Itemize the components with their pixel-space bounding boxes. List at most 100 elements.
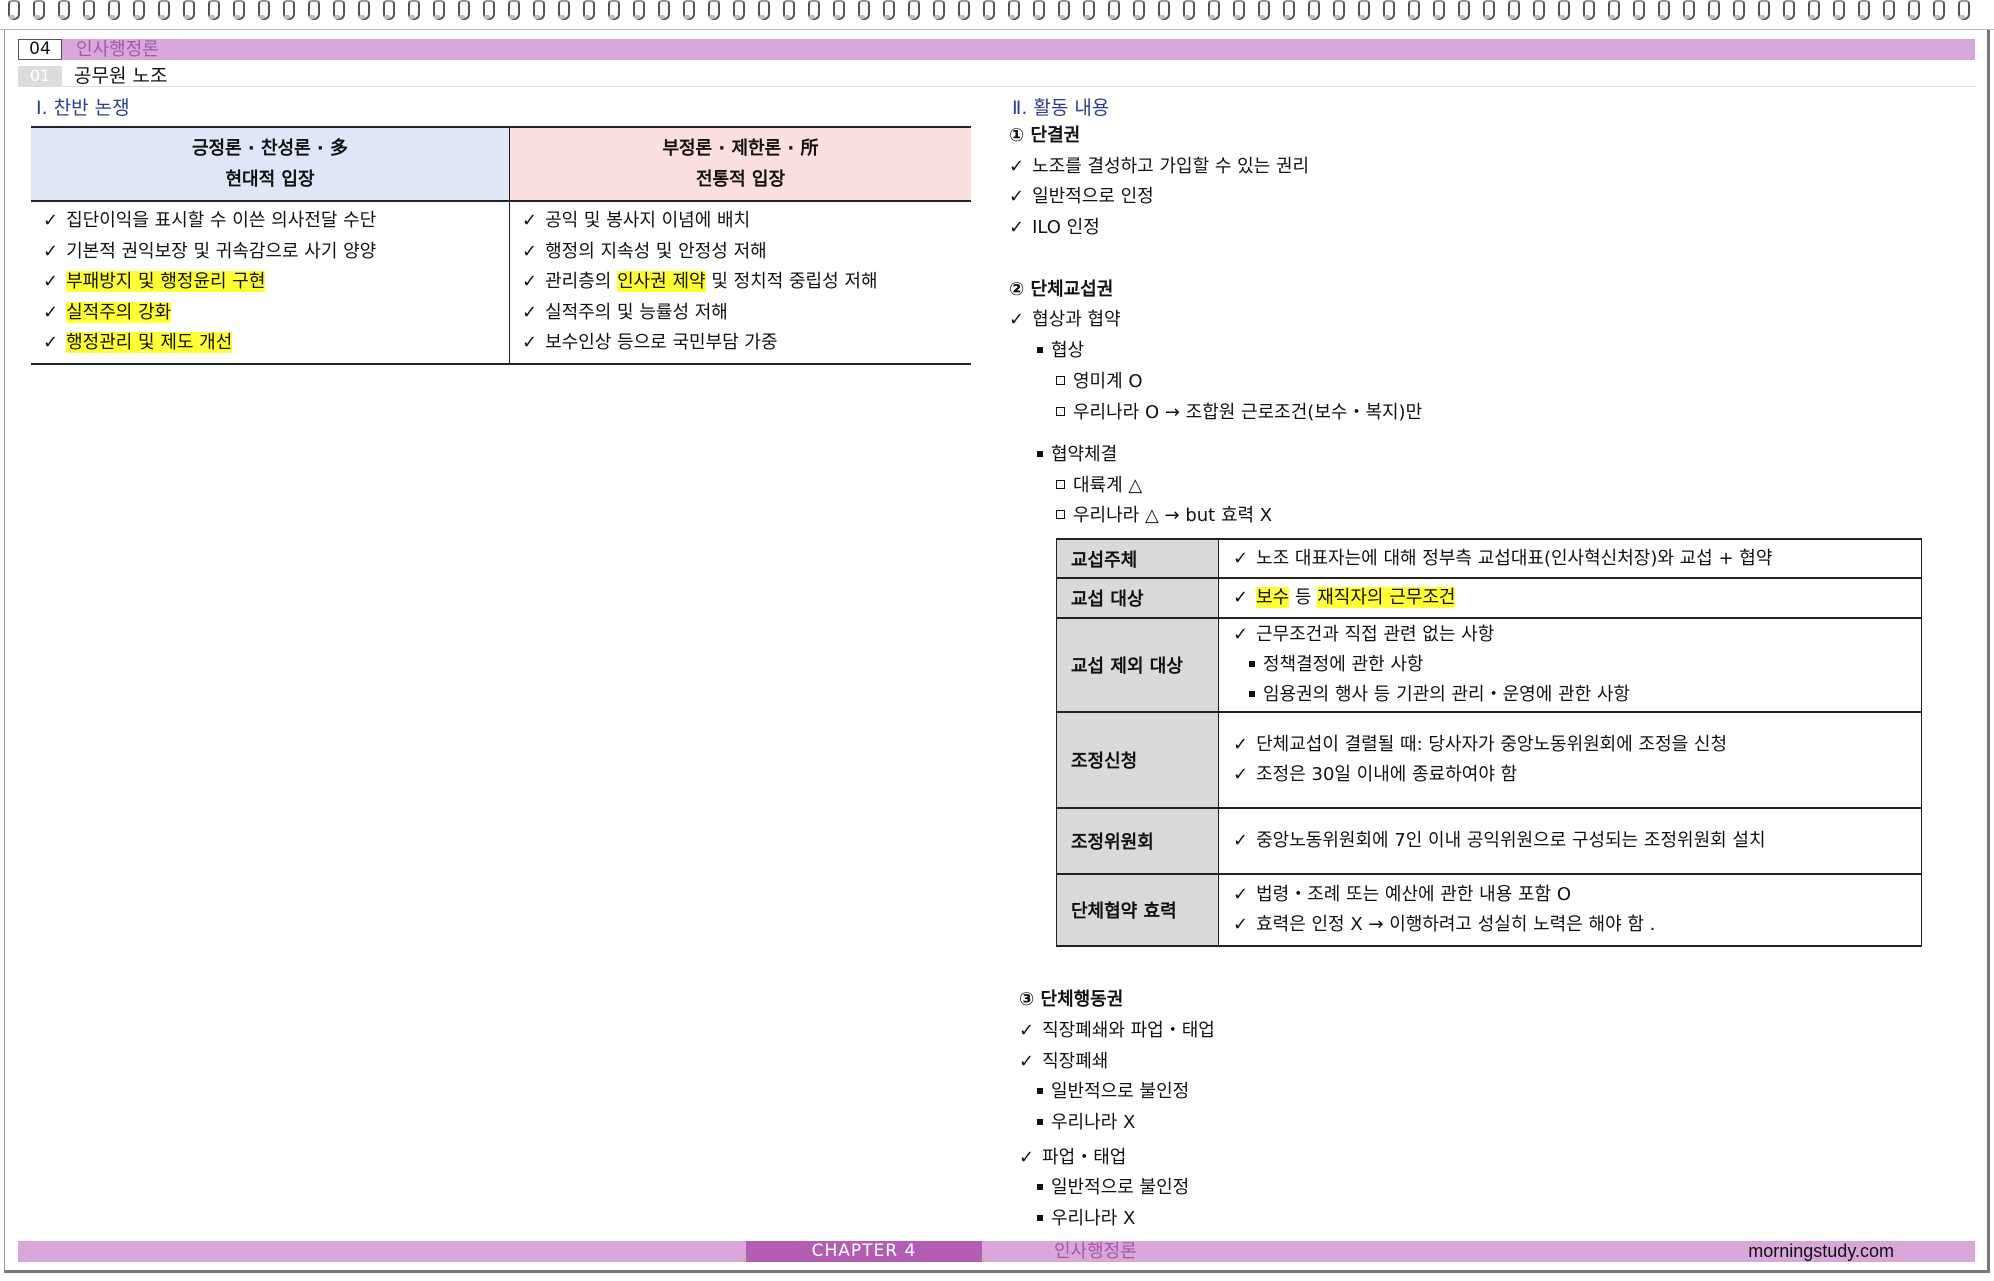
spiral-ring [756, 0, 770, 22]
spiral-ring [381, 0, 395, 22]
spiral-ring [1881, 0, 1895, 22]
spiral-ring [1106, 0, 1120, 22]
negative-list: ✓ 공익 및 봉사지 이념에 배치 ✓ 행정의 지속성 및 안정성 저해 ✓ 관리층의… [509, 201, 971, 365]
chapter-number: 04 [18, 39, 62, 60]
spiral-ring [1581, 0, 1595, 22]
row-key: 교섭주체 [1056, 538, 1219, 579]
row-value: ✓ 노조 대표자는에 대해 정부측 교섭대표(인사혁신처장)와 교섭 + 협약 [1218, 538, 1922, 579]
right2-sub2-item: 대륙계 △ [1056, 474, 1142, 498]
row-key: 조정신청 [1056, 711, 1219, 809]
spiral-ring [6, 0, 20, 22]
spiral-ring [181, 0, 195, 22]
positive-subtitle: 현대적 입장 [225, 169, 315, 190]
negative-item: ✓ 보수인상 등으로 국민부담 가중 [522, 332, 778, 354]
right1-item: ✓ 일반적으로 인정 [1009, 186, 1154, 207]
table-row: 조정신청 ✓ 단체교섭이 결렬될 때: 당사자가 중앙노동위원회에 조정을 신청 … [1056, 711, 1922, 809]
footer-bar [18, 1241, 1975, 1262]
table-row: 교섭 제외 대상 ✓ 근무조건과 직접 관련 없는 사항 정책결정에 관한 사항 … [1056, 617, 1922, 713]
right3-item: ✓ 직장폐쇄와 파업・태업 [1019, 1020, 1215, 1041]
spiral-ring [356, 0, 370, 22]
right3-sub: 일반적으로 불인정 [1037, 1176, 1189, 1200]
positive-item: ✓ 실적주의 강화 [43, 301, 172, 323]
debate-heading: Ⅰ. 찬반 논쟁 [36, 97, 130, 119]
right2-sub1-item: 영미계 O [1056, 370, 1143, 394]
row-value: ✓ 근무조건과 직접 관련 없는 사항 정책결정에 관한 사항 임용권의 행사 등… [1218, 617, 1922, 713]
spiral-ring [706, 0, 720, 22]
row-value: ✓ 법령・조례 또는 예산에 관한 내용 포함 O ✓ 효력은 인정 X → 이행하… [1218, 873, 1922, 947]
table-row: 단체협약 효력 ✓ 법령・조례 또는 예산에 관한 내용 포함 O ✓ 효력은 인정… [1056, 873, 1922, 947]
spiral-ring [1406, 0, 1420, 22]
spiral-ring [1656, 0, 1670, 22]
right1-item: ✓ 노조를 결성하고 가입할 수 있는 권리 [1009, 156, 1310, 177]
positive-list: ✓ 집단이익을 표시할 수 이쓴 의사전달 수단 ✓ 기본적 권익보장 및 귀속감으… [31, 201, 510, 365]
spiral-ring [1481, 0, 1495, 22]
spiral-ring [1181, 0, 1195, 22]
negative-title: 부정론 · 제한론 · 所 [662, 138, 819, 159]
debate-table: 긍정론 · 찬성론 · 多 현대적 입장 부정론 · 제한론 · 所 전통적 입… [31, 126, 971, 365]
section-title: 공무원 노조 [74, 65, 168, 87]
right2-sub1-item: 우리나라 O → 조합원 근로조건(보수・복지)만 [1056, 401, 1422, 425]
section-number: 01 [18, 66, 62, 86]
spiral-ring [1031, 0, 1045, 22]
spiral-ring [1706, 0, 1720, 22]
right3-sub: 일반적으로 불인정 [1037, 1080, 1189, 1104]
negative-item: ✓ 실적주의 및 능률성 저해 [522, 301, 728, 323]
spiral-ring [831, 0, 845, 22]
spiral-ring [231, 0, 245, 22]
right3-title: ③ 단체행동권 [1019, 989, 1124, 1010]
spiral-ring [431, 0, 445, 22]
spiral-ring [1381, 0, 1395, 22]
spiral-ring [1456, 0, 1470, 22]
spiral-ring [531, 0, 545, 22]
section-bar [18, 66, 1975, 87]
positive-header: 긍정론 · 찬성론 · 多 현대적 입장 [31, 126, 510, 202]
spiral-ring [681, 0, 695, 22]
spiral-ring [1331, 0, 1345, 22]
right2-item: ✓ 협상과 협약 [1009, 309, 1121, 330]
spiral-ring [31, 0, 45, 22]
negative-header: 부정론 · 제한론 · 所 전통적 입장 [509, 126, 971, 202]
spiral-ring [206, 0, 220, 22]
spiral-ring [1631, 0, 1645, 22]
right2-title: ② 단체교섭권 [1009, 279, 1114, 300]
spiral-ring [881, 0, 895, 22]
spiral-ring [1756, 0, 1770, 22]
spiral-ring [731, 0, 745, 22]
spiral-ring [1206, 0, 1220, 22]
spiral-ring [1956, 0, 1970, 22]
spiral-ring [306, 0, 320, 22]
spiral-ring [131, 0, 145, 22]
right2-sub1: 협상 [1037, 339, 1084, 363]
spiral-ring [1731, 0, 1745, 22]
row-value: ✓ 단체교섭이 결렬될 때: 당사자가 중앙노동위원회에 조정을 신청 ✓ 조정은 … [1218, 711, 1922, 809]
spiral-ring [981, 0, 995, 22]
spiral-ring [781, 0, 795, 22]
row-key: 교섭 제외 대상 [1056, 617, 1219, 713]
row-key: 조정위원회 [1056, 807, 1219, 875]
spiral-ring [1681, 0, 1695, 22]
activities-heading: Ⅱ. 활동 내용 [1012, 97, 1110, 119]
spiral-ring [906, 0, 920, 22]
spiral-ring [656, 0, 670, 22]
spiral-ring [856, 0, 870, 22]
spiral-ring [406, 0, 420, 22]
negative-item: ✓ 공익 및 봉사지 이념에 배치 [522, 210, 751, 231]
spiral-ring [1281, 0, 1295, 22]
spiral-ring [1306, 0, 1320, 22]
spiral-ring [1081, 0, 1095, 22]
spiral-ring [1856, 0, 1870, 22]
spiral-ring [481, 0, 495, 22]
row-key: 교섭 대상 [1056, 577, 1219, 619]
right2-sub2-item: 우리나라 △ → but 효력 X [1056, 504, 1272, 528]
spiral-ring [956, 0, 970, 22]
spiral-ring [506, 0, 520, 22]
spiral-ring [1806, 0, 1820, 22]
spiral-ring [56, 0, 70, 22]
spiral-ring [1506, 0, 1520, 22]
positive-item: ✓ 부패방지 및 행정윤리 구현 [43, 271, 266, 293]
spiral-ring [281, 0, 295, 22]
spiral-ring [1156, 0, 1170, 22]
spiral-ring [1056, 0, 1070, 22]
spiral-ring [106, 0, 120, 22]
right3-sub: 우리나라 X [1037, 1207, 1135, 1231]
